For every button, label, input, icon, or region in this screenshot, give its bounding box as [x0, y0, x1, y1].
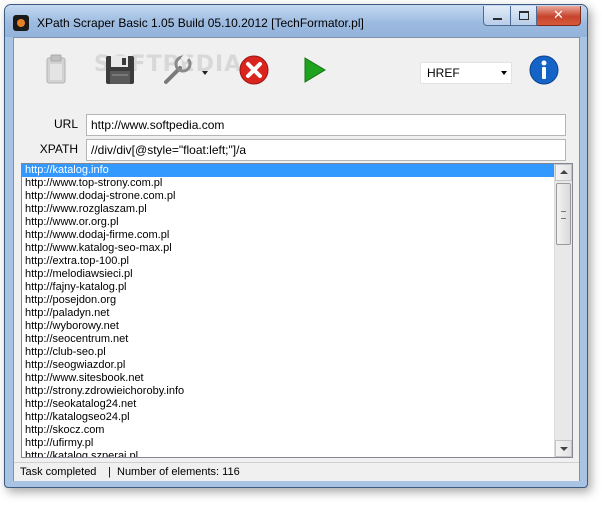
list-item[interactable]: http://katalog.szperaj.pl	[22, 450, 555, 457]
minimize-button[interactable]	[483, 6, 511, 26]
chevron-up-icon	[560, 170, 568, 174]
url-input[interactable]: http://www.softpedia.com	[86, 114, 566, 136]
list-item[interactable]: http://www.rozglaszam.pl	[22, 203, 555, 216]
list-item[interactable]: http://www.dodaj-strone.com.pl	[22, 190, 555, 203]
xpath-input-value: //div/div[@style="float:left;"]/a	[91, 143, 247, 157]
stop-button[interactable]	[236, 52, 272, 88]
status-bar: Task completed | Number of elements: 116	[14, 462, 579, 481]
scroll-thumb[interactable]	[556, 183, 571, 245]
list-item[interactable]: http://seogwiazdor.pl	[22, 359, 555, 372]
maximize-button[interactable]	[511, 6, 537, 26]
save-button[interactable]	[102, 52, 138, 88]
toolbar: SOFTPEDIA HREF	[14, 38, 579, 102]
list-item[interactable]: http://wyborowy.net	[22, 320, 555, 333]
list-item[interactable]: http://skocz.com	[22, 424, 555, 437]
save-icon	[106, 56, 134, 84]
title-bar[interactable]: XPath Scraper Basic 1.05 Build 05.10.201…	[5, 5, 587, 37]
status-separator: |	[108, 466, 111, 478]
paste-button[interactable]	[38, 52, 74, 88]
list-item[interactable]: http://ufirmy.pl	[22, 437, 555, 450]
xpath-label: XPATH	[39, 142, 78, 156]
list-item[interactable]: http://katalog.info	[22, 164, 555, 177]
results-items: http://katalog.info http://www.top-strony…	[22, 164, 555, 457]
scroll-down-button[interactable]	[555, 440, 572, 457]
maximize-icon	[518, 11, 529, 20]
status-task: Task completed	[20, 466, 97, 478]
list-item[interactable]: http://posejdon.org	[22, 294, 555, 307]
list-item[interactable]: http://seokatalog24.net	[22, 398, 555, 411]
wrench-icon	[164, 53, 208, 84]
window-controls: ✕	[483, 6, 581, 26]
status-count: Number of elements: 116	[117, 466, 240, 478]
list-item[interactable]: http://www.sitesbook.net	[22, 372, 555, 385]
scroll-up-button[interactable]	[555, 164, 572, 181]
list-item[interactable]: http://club-seo.pl	[22, 346, 555, 359]
chevron-down-icon	[501, 71, 507, 75]
list-item[interactable]: http://www.top-strony.com.pl	[22, 177, 555, 190]
url-label: URL	[53, 117, 78, 131]
play-icon	[304, 57, 326, 83]
list-item[interactable]: http://paladyn.net	[22, 307, 555, 320]
start-button[interactable]	[296, 52, 332, 88]
minimize-icon	[492, 17, 502, 20]
app-window: XPath Scraper Basic 1.05 Build 05.10.201…	[4, 4, 588, 488]
chevron-down-icon	[560, 447, 568, 451]
close-window-button[interactable]: ✕	[537, 6, 581, 26]
settings-button[interactable]	[160, 52, 210, 88]
list-item[interactable]: http://katalogseo24.pl	[22, 411, 555, 424]
main-panel: SOFTPEDIA HREF URL http://www.softpedia.…	[13, 37, 580, 481]
attribute-select-value: HREF	[427, 66, 460, 80]
list-item[interactable]: http://strony.zdrowieichoroby.info	[22, 385, 555, 398]
info-icon	[529, 55, 559, 85]
list-item[interactable]: http://melodiawsieci.pl	[22, 268, 555, 281]
list-item[interactable]: http://www.or.org.pl	[22, 216, 555, 229]
results-list[interactable]: http://katalog.info http://www.top-strony…	[21, 163, 573, 458]
vertical-scrollbar[interactable]	[554, 164, 572, 457]
window-title: XPath Scraper Basic 1.05 Build 05.10.201…	[37, 16, 364, 30]
xpath-input[interactable]: //div/div[@style="float:left;"]/a	[86, 139, 566, 161]
list-item[interactable]: http://fajny-katalog.pl	[22, 281, 555, 294]
list-item[interactable]: http://extra.top-100.pl	[22, 255, 555, 268]
list-item[interactable]: http://www.katalog-seo-max.pl	[22, 242, 555, 255]
attribute-select[interactable]: HREF	[420, 62, 512, 84]
stop-icon	[239, 55, 269, 85]
close-icon: ✕	[553, 8, 564, 23]
clipboard-icon	[46, 54, 66, 84]
list-item[interactable]: http://seocentrum.net	[22, 333, 555, 346]
about-button[interactable]	[526, 52, 562, 88]
url-input-value: http://www.softpedia.com	[91, 118, 225, 132]
app-logo-icon	[13, 15, 29, 31]
list-item[interactable]: http://www.dodaj-firme.com.pl	[22, 229, 555, 242]
